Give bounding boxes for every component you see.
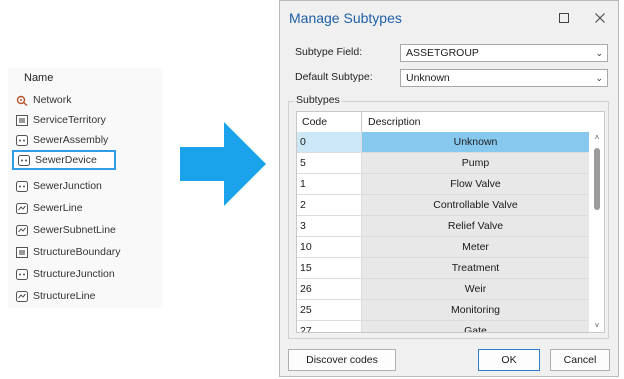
catalog-item-label: StructureJunction bbox=[33, 268, 115, 280]
cell-code[interactable]: 1 bbox=[297, 174, 362, 194]
scroll-down-icon[interactable]: ˅ bbox=[590, 320, 604, 332]
right-arrow-icon bbox=[180, 122, 266, 206]
default-subtype-value: Unknown bbox=[406, 72, 450, 84]
cell-code[interactable]: 26 bbox=[297, 279, 362, 299]
table-row[interactable]: 2 Controllable Valve bbox=[297, 195, 589, 216]
cell-description[interactable]: Relief Valve bbox=[362, 216, 589, 236]
column-header-description[interactable]: Description bbox=[362, 112, 589, 132]
cell-code[interactable]: 5 bbox=[297, 153, 362, 173]
cell-description[interactable]: Unknown bbox=[362, 132, 589, 152]
ok-button[interactable]: OK bbox=[478, 349, 540, 371]
table-row[interactable]: 10 Meter bbox=[297, 237, 589, 258]
cell-description[interactable]: Treatment bbox=[362, 258, 589, 278]
catalog-item-sewerjunction[interactable]: SewerJunction bbox=[16, 176, 102, 196]
polygon-class-icon bbox=[16, 246, 28, 258]
catalog-item-label: StructureBoundary bbox=[33, 246, 121, 258]
catalog-item-sewerline[interactable]: SewerLine bbox=[16, 198, 83, 218]
catalog-item-label: SewerJunction bbox=[33, 180, 102, 192]
polygon-class-icon bbox=[16, 114, 28, 126]
cell-description[interactable]: Gate bbox=[362, 321, 589, 332]
catalog-item-structureboundary[interactable]: StructureBoundary bbox=[16, 242, 121, 262]
table-row[interactable]: 25 Monitoring bbox=[297, 300, 589, 321]
default-subtype-dropdown[interactable]: Unknown ⌄ bbox=[400, 69, 608, 87]
point-class-icon bbox=[16, 134, 28, 146]
catalog-column-header[interactable]: Name bbox=[24, 72, 53, 84]
cell-description[interactable]: Pump bbox=[362, 153, 589, 173]
cell-description[interactable]: Meter bbox=[362, 237, 589, 257]
point-class-icon bbox=[16, 268, 28, 280]
cell-code[interactable]: 10 bbox=[297, 237, 362, 257]
catalog-item-label: StructureLine bbox=[33, 290, 96, 302]
catalog-panel: Name Network ServiceTerritory SewerAssem… bbox=[8, 68, 163, 308]
dialog-title: Manage Subtypes bbox=[289, 10, 402, 26]
catalog-item-label: SewerSubnetLine bbox=[33, 224, 116, 236]
catalog-item-sewersubnetline[interactable]: SewerSubnetLine bbox=[16, 220, 116, 240]
table-row[interactable]: 5 Pump bbox=[297, 153, 589, 174]
manage-subtypes-dialog: Manage Subtypes Subtype Field: ASSETGROU… bbox=[279, 0, 619, 377]
cell-description[interactable]: Controllable Valve bbox=[362, 195, 589, 215]
catalog-item-structureline[interactable]: StructureLine bbox=[16, 286, 95, 306]
discover-codes-button[interactable]: Discover codes bbox=[288, 349, 396, 371]
catalog-item-structurejunction[interactable]: StructureJunction bbox=[16, 264, 115, 284]
cell-description[interactable]: Weir bbox=[362, 279, 589, 299]
line-class-icon bbox=[16, 224, 28, 236]
maximize-icon bbox=[559, 13, 569, 23]
grid-header: Code Description bbox=[297, 112, 589, 133]
catalog-item-sewerdevice[interactable]: SewerDevice bbox=[12, 150, 116, 170]
cell-description[interactable]: Monitoring bbox=[362, 300, 589, 320]
table-row[interactable]: 1 Flow Valve bbox=[297, 174, 589, 195]
grid-vertical-scrollbar[interactable]: ˄ ˅ bbox=[590, 132, 604, 332]
line-class-icon bbox=[16, 290, 28, 302]
table-row[interactable]: 3 Relief Valve bbox=[297, 216, 589, 237]
catalog-item-label: Network bbox=[33, 94, 72, 106]
scroll-up-icon[interactable]: ˄ bbox=[590, 132, 604, 144]
catalog-item-label: SewerLine bbox=[33, 202, 83, 214]
catalog-item-sewerassembly[interactable]: SewerAssembly bbox=[16, 130, 108, 150]
maximize-button[interactable] bbox=[554, 8, 574, 28]
table-row[interactable]: 15 Treatment bbox=[297, 258, 589, 279]
table-row[interactable]: 26 Weir bbox=[297, 279, 589, 300]
line-class-icon bbox=[16, 202, 28, 214]
catalog-item-label: SewerDevice bbox=[35, 154, 97, 166]
cell-code[interactable]: 25 bbox=[297, 300, 362, 320]
cell-code[interactable]: 0 bbox=[297, 132, 362, 152]
chevron-down-icon: ⌄ bbox=[595, 73, 603, 83]
point-class-icon bbox=[18, 154, 30, 166]
catalog-item-network[interactable]: Network bbox=[16, 90, 72, 110]
subtype-field-value: ASSETGROUP bbox=[406, 47, 479, 59]
subtypes-group-title: Subtypes bbox=[294, 94, 342, 106]
network-icon bbox=[16, 95, 28, 106]
point-class-icon bbox=[16, 180, 28, 192]
cell-code[interactable]: 2 bbox=[297, 195, 362, 215]
subtype-field-dropdown[interactable]: ASSETGROUP ⌄ bbox=[400, 44, 608, 62]
subtypes-grid: Code Description 0 Unknown 5 Pump 1 Flow… bbox=[296, 111, 605, 333]
cell-code[interactable]: 3 bbox=[297, 216, 362, 236]
cell-code[interactable]: 27 bbox=[297, 321, 362, 332]
table-row[interactable]: 0 Unknown bbox=[297, 132, 589, 153]
table-row[interactable]: 27 Gate bbox=[297, 321, 589, 332]
column-header-code[interactable]: Code bbox=[297, 112, 362, 132]
close-icon bbox=[595, 13, 605, 23]
catalog-item-serviceterritory[interactable]: ServiceTerritory bbox=[16, 110, 106, 130]
catalog-item-label: SewerAssembly bbox=[33, 134, 109, 146]
cell-code[interactable]: 15 bbox=[297, 258, 362, 278]
catalog-item-label: ServiceTerritory bbox=[33, 114, 106, 126]
cell-description[interactable]: Flow Valve bbox=[362, 174, 589, 194]
cancel-button[interactable]: Cancel bbox=[550, 349, 610, 371]
close-button[interactable] bbox=[590, 8, 610, 28]
scrollbar-thumb[interactable] bbox=[594, 148, 600, 210]
subtype-field-label: Subtype Field: bbox=[295, 46, 363, 58]
default-subtype-label: Default Subtype: bbox=[295, 71, 373, 83]
chevron-down-icon: ⌄ bbox=[595, 48, 603, 58]
